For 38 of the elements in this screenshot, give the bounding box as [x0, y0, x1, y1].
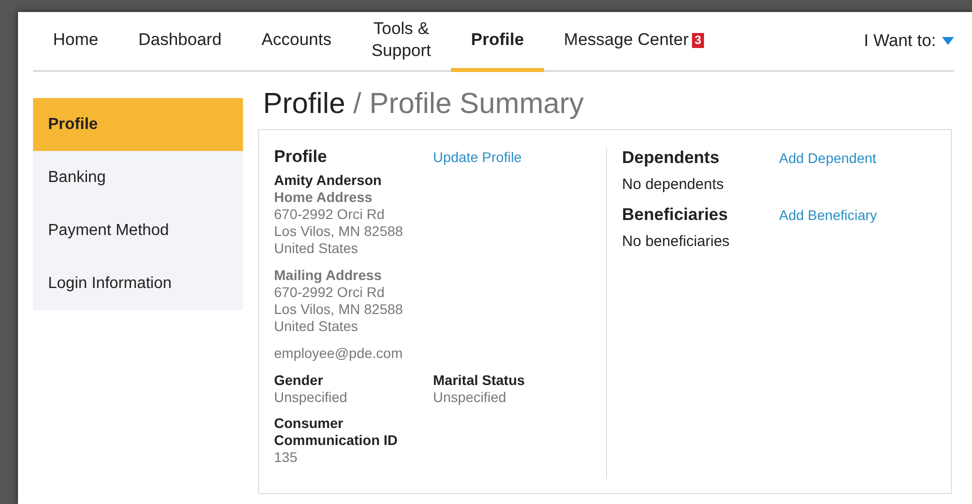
- update-profile-link[interactable]: Update Profile: [433, 149, 522, 166]
- field-label: Consumer Communication ID: [274, 415, 399, 449]
- sidebar-item[interactable]: Banking: [33, 151, 243, 204]
- address-line: United States: [274, 318, 360, 335]
- field-value: Unspecified: [274, 389, 348, 406]
- section-heading: Profile: [274, 148, 328, 165]
- nav-tab[interactable]: Message Center 3: [544, 12, 724, 72]
- count-badge: 3: [692, 32, 704, 48]
- nav-tab[interactable]: Home: [33, 12, 118, 72]
- nav-tab[interactable]: Dashboard: [118, 12, 242, 72]
- field-value: 135: [274, 449, 298, 466]
- sidebar-item[interactable]: Profile: [33, 98, 243, 151]
- field-label: Marital Status: [433, 372, 526, 389]
- address-label: Mailing Address: [274, 267, 383, 284]
- nav-tab[interactable]: Accounts: [242, 12, 352, 72]
- field-value: Unspecified: [433, 389, 508, 406]
- add-link[interactable]: Add Beneficiary: [779, 207, 878, 223]
- address-line: 670-2992 Orci Rd: [274, 206, 386, 223]
- i-want-to-menu[interactable]: I Want to:: [864, 12, 954, 70]
- sidebar-item[interactable]: Login Information: [33, 257, 243, 310]
- field-label: Gender: [274, 372, 324, 389]
- empty-message: No beneficiaries: [622, 233, 731, 250]
- person-name: Amity Anderson: [274, 172, 383, 189]
- address-line: Los Vilos, MN 82588: [274, 301, 404, 318]
- address-line: 670-2992 Orci Rd: [274, 284, 386, 301]
- section-heading: Dependents: [622, 148, 720, 168]
- section-heading: Beneficiaries: [622, 205, 729, 225]
- nav-tab[interactable]: Profile: [451, 12, 544, 72]
- dropdown-caret-icon: [942, 37, 954, 45]
- address-line: United States: [274, 240, 360, 257]
- page-title: Profile / Profile Summary: [263, 88, 585, 121]
- address-line: Los Vilos, MN 82588: [274, 223, 404, 240]
- empty-message: No dependents: [622, 176, 725, 193]
- nav-tab[interactable]: Tools & Support: [351, 12, 452, 72]
- email-text: employee@pde.com: [274, 345, 404, 362]
- address-label: Home Address: [274, 189, 374, 206]
- sidebar-item[interactable]: Payment Method: [33, 204, 243, 257]
- add-link[interactable]: Add Dependent: [779, 150, 876, 166]
